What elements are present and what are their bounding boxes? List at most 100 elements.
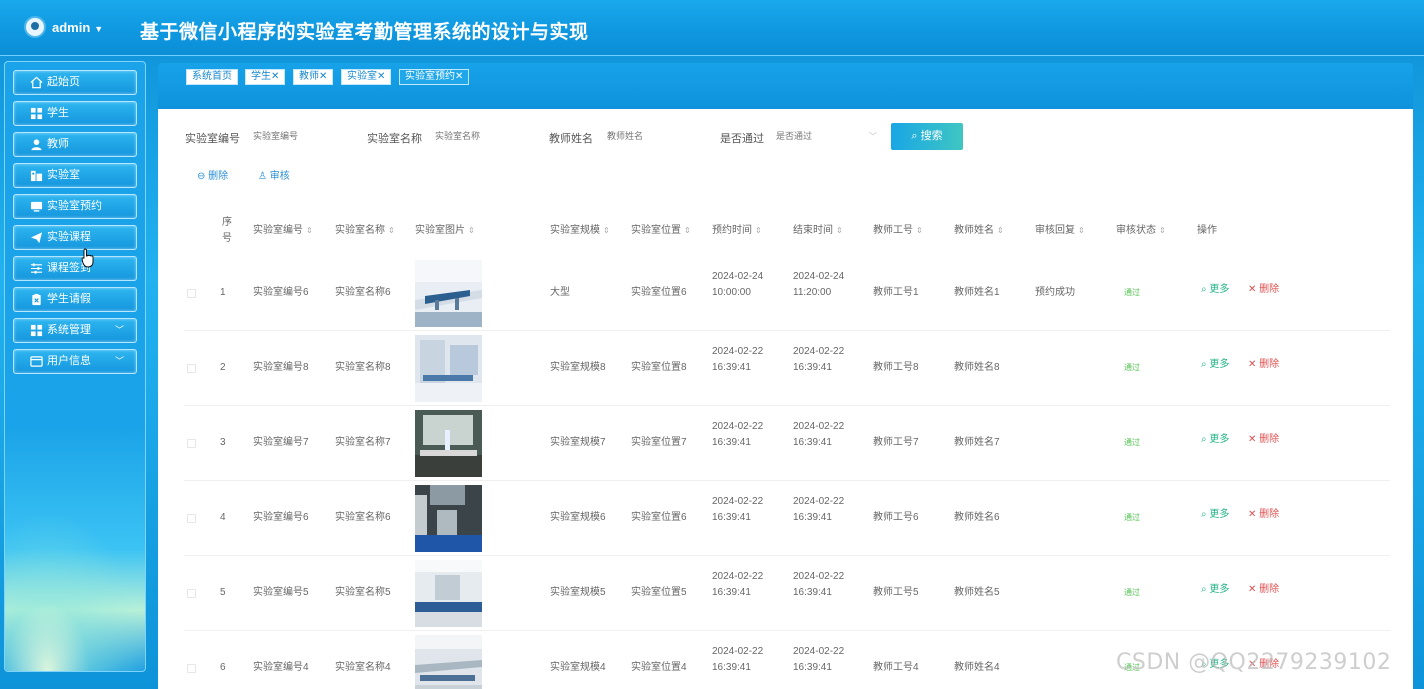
cell-lab-no: 实验室编号4 <box>253 662 309 673</box>
tab-students[interactable]: 学生✕ <box>245 69 286 85</box>
teacher-name-input[interactable] <box>607 125 697 147</box>
sliders-icon <box>30 263 43 274</box>
lab-image[interactable] <box>415 560 482 627</box>
sort-icon[interactable]: ⇕ <box>603 223 610 239</box>
close-icon[interactable]: ✕ <box>319 71 327 82</box>
tab-labs[interactable]: 实验室✕ <box>341 69 392 85</box>
header-review-status[interactable]: 审核状态 ⇕ <box>1116 199 1191 263</box>
row-checkbox[interactable] <box>187 439 196 448</box>
row-checkbox[interactable] <box>187 514 196 523</box>
search-icon: ⌕ <box>1201 359 1207 370</box>
sidebar-item-lab-courses[interactable]: 实验课程 <box>13 225 137 250</box>
header-lab-no[interactable]: 实验室编号 ⇕ <box>253 199 323 263</box>
delete-row-button[interactable]: ✕ 删除 <box>1248 282 1279 298</box>
sort-icon[interactable]: ⇕ <box>997 223 1004 239</box>
lab-image[interactable] <box>415 635 482 689</box>
header-lab-scale[interactable]: 实验室规模 ⇕ <box>550 199 620 263</box>
date: 2024-02-22 <box>793 346 845 357</box>
row-checkbox[interactable] <box>187 589 196 598</box>
sidebar-item-labs[interactable]: 实验室 <box>13 163 137 188</box>
lab-name-input[interactable] <box>435 125 525 147</box>
delete-row-button[interactable]: ✕ 删除 <box>1248 582 1279 598</box>
sidebar-item-label: 实验课程 <box>47 231 91 243</box>
cell-teacher-name: 教师姓名8 <box>954 362 1000 373</box>
sidebar-item-home[interactable]: 起始页 <box>13 70 137 95</box>
row-checkbox[interactable] <box>187 664 196 673</box>
sidebar-item-students[interactable]: 学生 <box>13 101 137 126</box>
tab-lab-booking[interactable]: 实验室预约✕ <box>399 69 470 85</box>
sort-icon[interactable]: ⇕ <box>755 223 762 239</box>
header-lab-image[interactable]: 实验室图片 ⇕ <box>415 199 505 263</box>
sort-icon[interactable]: ⇕ <box>684 223 691 239</box>
header-review-reply[interactable]: 审核回复 ⇕ <box>1035 199 1110 263</box>
table-row: 2 实验室编号8 实验室名称8 实验室规模8 实验室位置8 2024-02-22… <box>184 331 1390 406</box>
sidebar-item-student-leave[interactable]: 学生请假 <box>13 287 137 312</box>
row-checkbox[interactable] <box>187 289 196 298</box>
sidebar-item-user-info[interactable]: 用户信息 ﹀ <box>13 349 137 374</box>
sort-icon[interactable]: ⇕ <box>1078 223 1085 239</box>
header-lab-location[interactable]: 实验室位置 ⇕ <box>631 199 701 263</box>
date: 2024-02-22 <box>793 571 845 582</box>
delete-button[interactable]: ⊖ 删除 <box>197 167 228 182</box>
lab-image[interactable] <box>415 485 482 552</box>
lab-image[interactable] <box>415 410 482 477</box>
sort-icon[interactable]: ⇕ <box>388 223 395 239</box>
row-checkbox[interactable] <box>187 364 196 373</box>
time: 16:39:41 <box>712 512 751 523</box>
date: 2024-02-22 <box>712 646 764 657</box>
main-panel: 系统首页 学生✕ 教师✕ 实验室✕ 实验室预约✕ 实验室编号 实验室名称 教师姓… <box>158 63 1413 689</box>
status-badge: 通过 <box>1124 513 1140 522</box>
passed-select[interactable] <box>776 125 866 147</box>
lab-image[interactable] <box>415 260 482 327</box>
tab-label: 系统首页 <box>192 71 232 82</box>
sidebar-item-label: 起始页 <box>47 76 80 88</box>
cell-teacher-name: 教师姓名4 <box>954 662 1000 673</box>
tab-home[interactable]: 系统首页 <box>186 69 238 85</box>
chevron-down-icon[interactable]: ﹀ <box>869 131 877 142</box>
search-button[interactable]: ⌕ 搜索 <box>891 123 963 150</box>
sidebar-item-system-management[interactable]: 系统管理 ﹀ <box>13 318 137 343</box>
more-button[interactable]: ⌕ 更多 <box>1201 582 1229 598</box>
lab-no-input[interactable] <box>253 125 343 147</box>
cell-start-time: 2024-02-22 16:39:41 <box>712 569 763 601</box>
sort-icon[interactable]: ⇕ <box>468 223 475 239</box>
clipboard-icon <box>32 293 41 306</box>
close-icon: ✕ <box>1248 434 1257 445</box>
cell-scale: 实验室规模8 <box>550 362 606 373</box>
sidebar-item-lab-booking[interactable]: 实验室预约 <box>13 194 137 219</box>
cell-end-time: 2024-02-22 16:39:41 <box>793 344 844 376</box>
more-button[interactable]: ⌕ 更多 <box>1201 432 1229 448</box>
sort-icon[interactable]: ⇕ <box>836 223 843 239</box>
more-button[interactable]: ⌕ 更多 <box>1201 507 1229 523</box>
close-icon[interactable]: ✕ <box>455 71 463 82</box>
sort-icon[interactable]: ⇕ <box>916 223 923 239</box>
delete-row-button[interactable]: ✕ 删除 <box>1248 432 1279 448</box>
tab-label: 实验室预约 <box>405 71 455 82</box>
close-icon[interactable]: ✕ <box>377 71 385 82</box>
user-menu[interactable]: admin ▼ <box>52 20 103 35</box>
header-teacher-no[interactable]: 教师工号 ⇕ <box>873 199 948 263</box>
review-button[interactable]: ♙ 审核 <box>258 167 290 182</box>
more-button[interactable]: ⌕ 更多 <box>1201 357 1229 373</box>
close-icon[interactable]: ✕ <box>271 71 279 82</box>
avatar-icon[interactable] <box>24 16 46 38</box>
cell-end-time: 2024-02-22 16:39:41 <box>793 494 844 526</box>
sidebar-item-teachers[interactable]: 教师 <box>13 132 137 157</box>
header-end-time[interactable]: 结束时间 ⇕ <box>793 199 868 263</box>
header-start-time[interactable]: 预约时间 ⇕ <box>712 199 787 263</box>
sidebar-item-course-checkin[interactable]: 课程签到 <box>13 256 137 281</box>
date: 2024-02-22 <box>712 496 764 507</box>
lab-image[interactable] <box>415 335 482 402</box>
header-teacher-name[interactable]: 教师姓名 ⇕ <box>954 199 1029 263</box>
cell-no: 6 <box>220 662 226 673</box>
tab-teachers[interactable]: 教师✕ <box>293 69 334 85</box>
more-button[interactable]: ⌕ 更多 <box>1201 282 1229 298</box>
delete-row-button[interactable]: ✕ 删除 <box>1248 357 1279 373</box>
header-label: 实验室图片 <box>415 225 465 236</box>
header-label: 实验室规模 <box>550 225 600 236</box>
header-lab-name[interactable]: 实验室名称 ⇕ <box>335 199 405 263</box>
sort-icon[interactable]: ⇕ <box>1159 223 1166 239</box>
sort-icon[interactable]: ⇕ <box>306 223 313 239</box>
delete-row-button[interactable]: ✕ 删除 <box>1248 507 1279 523</box>
watermark: CSDN @QQ2279239102 <box>1116 650 1392 675</box>
